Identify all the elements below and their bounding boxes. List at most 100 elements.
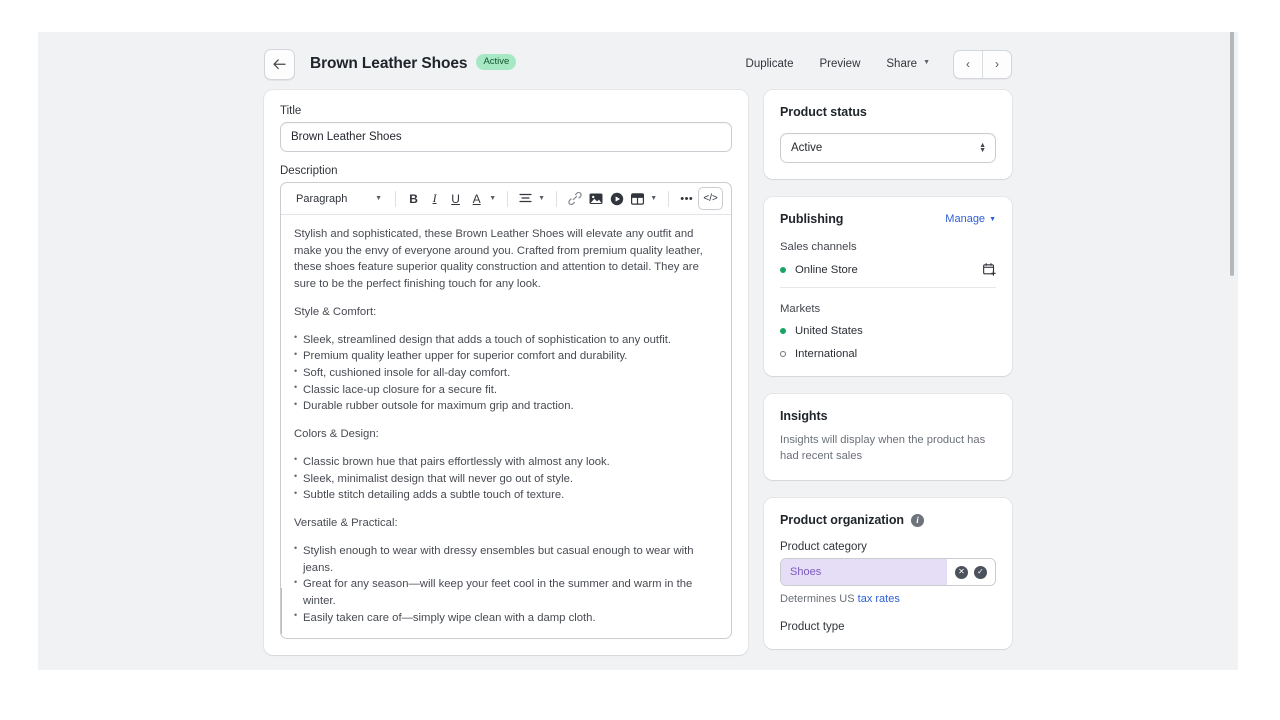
align-button[interactable] xyxy=(516,188,535,209)
toolbar-divider xyxy=(668,190,670,207)
list-item: Durable rubber outsole for maximum grip … xyxy=(294,398,718,415)
record-pager: ‹ › xyxy=(953,49,1012,79)
unpublished-dot-icon xyxy=(780,351,786,357)
list-item: Easily taken care of—simply wipe clean w… xyxy=(294,609,718,627)
insert-video-button[interactable] xyxy=(607,188,626,209)
list-item: Sleek, streamlined design that adds a to… xyxy=(294,331,718,349)
tax-rates-link[interactable]: tax rates xyxy=(858,593,900,605)
publishing-card: Publishing Manage ▼ Sales channels Online… xyxy=(764,197,1012,376)
description-list-2: Classic brown hue that pairs effortlessl… xyxy=(294,453,718,504)
product-status-value: Active xyxy=(791,142,823,154)
page-scrollbar[interactable] xyxy=(1226,32,1236,670)
market-name: International xyxy=(795,348,858,360)
list-item: Soft, cushioned insole for all-day comfo… xyxy=(294,365,718,382)
next-record-button[interactable]: › xyxy=(983,51,1011,78)
share-button[interactable]: Share ▼ xyxy=(873,52,943,76)
select-arrows-icon: ▲ ▼ xyxy=(979,142,986,154)
block-style-select[interactable]: Paragraph ▼ xyxy=(289,189,387,209)
list-item: Premium quality leather upper for superi… xyxy=(294,348,718,365)
bold-button[interactable]: B xyxy=(404,188,423,209)
tax-rates-hint-text: Determines US xyxy=(780,593,858,606)
description-list-1: Sleek, streamlined design that adds a to… xyxy=(294,331,718,416)
title-input[interactable]: Brown Leather Shoes xyxy=(280,122,732,152)
toolbar-divider xyxy=(395,190,396,207)
description-label: Description xyxy=(280,165,338,177)
description-outro: These Brown Leather Shoes are the perfec… xyxy=(294,637,718,638)
main-column: Title Brown Leather Shoes Description Pa… xyxy=(264,90,748,670)
markets-label: Markets xyxy=(780,303,821,315)
text-color-caret-icon[interactable]: ▼ xyxy=(489,195,496,202)
published-dot-icon xyxy=(780,266,786,273)
scrollbar-thumb[interactable] xyxy=(1230,32,1234,276)
chevron-down-icon: ▼ xyxy=(989,216,996,223)
chevron-down-icon: ▼ xyxy=(923,59,930,67)
list-item: Stylish enough to wear with dressy ensem… xyxy=(294,542,718,576)
description-heading-2: Colors & Design: xyxy=(294,428,379,441)
text-color-button[interactable]: A xyxy=(467,188,486,209)
product-category-value: Shoes xyxy=(781,559,947,586)
product-status-select[interactable]: Active ▲ ▼ xyxy=(780,133,996,163)
link-icon xyxy=(567,192,582,205)
insights-empty-text: Insights will display when the product h… xyxy=(780,434,986,463)
table-icon xyxy=(631,192,645,205)
previous-record-button[interactable]: ‹ xyxy=(954,50,983,78)
list-item: Subtle stitch detailing adds a subtle to… xyxy=(294,487,718,504)
schedule-publish-button[interactable] xyxy=(983,263,996,276)
market-name: United States xyxy=(795,325,863,337)
align-icon xyxy=(519,193,532,203)
align-caret-icon[interactable]: ▼ xyxy=(538,195,545,202)
title-label: Title xyxy=(280,105,302,117)
toolbar-divider xyxy=(556,190,558,207)
duplicate-button[interactable]: Duplicate xyxy=(733,52,807,76)
product-category-input[interactable]: Shoes ✕ ✓ xyxy=(780,558,996,587)
confirm-category-button[interactable]: ✓ xyxy=(974,565,987,579)
more-options-button[interactable]: ••• xyxy=(677,188,696,209)
description-heading-1: Style & Comfort: xyxy=(294,305,377,318)
product-details-card: Title Brown Leather Shoes Description Pa… xyxy=(264,90,748,655)
manage-publishing-button[interactable]: Manage ▼ xyxy=(945,213,996,225)
sales-channel-name: Online Store xyxy=(795,263,858,276)
status-badge: Active xyxy=(476,54,517,70)
published-dot-icon xyxy=(780,328,786,334)
insert-table-button[interactable] xyxy=(628,188,647,209)
description-list-3: Stylish enough to wear with dressy ensem… xyxy=(294,542,718,627)
product-category-actions: ✕ ✓ xyxy=(947,559,995,586)
product-category-label: Product category xyxy=(780,541,867,554)
product-organization-card: Product organization i Product category … xyxy=(764,498,1012,650)
list-item: Classic lace-up closure for a secure fit… xyxy=(294,381,718,399)
description-editor: Paragraph ▼ B I U A ▼ ▼ ▼ ••• </> Stylis… xyxy=(280,182,732,639)
code-view-button[interactable]: </> xyxy=(698,187,723,210)
market-row[interactable]: United States xyxy=(780,325,996,337)
publishing-divider xyxy=(780,287,996,288)
arrow-left-icon xyxy=(273,58,286,69)
sidebar-column: Product status Active ▲ ▼ Publishing Mana… xyxy=(764,90,1012,667)
product-organization-title: Product organization xyxy=(780,513,905,528)
info-icon[interactable]: i xyxy=(911,513,925,527)
insert-link-button[interactable] xyxy=(565,188,584,209)
insert-image-button[interactable] xyxy=(586,188,605,209)
page-title: Brown Leather Shoes xyxy=(310,55,468,72)
market-row[interactable]: International xyxy=(780,348,996,360)
list-item: Great for any season—will keep your feet… xyxy=(294,576,718,609)
list-item: Classic brown hue that pairs effortlessl… xyxy=(294,453,718,471)
description-text-area[interactable]: Stylish and sophisticated, these Brown L… xyxy=(281,215,731,638)
underline-button[interactable]: U xyxy=(446,188,465,209)
header-actions: Duplicate Preview Share ▼ ‹ › xyxy=(733,49,1012,79)
sales-channels-label: Sales channels xyxy=(780,241,857,253)
back-button[interactable] xyxy=(264,48,295,80)
product-type-label: Product type xyxy=(780,621,845,634)
admin-page: Brown Leather Shoes Active Duplicate Pre… xyxy=(38,32,1238,670)
publishing-heading: Publishing xyxy=(780,212,844,226)
block-style-value: Paragraph xyxy=(296,192,348,205)
sales-channel-row[interactable]: Online Store xyxy=(780,263,996,276)
title-input-value: Brown Leather Shoes xyxy=(291,131,402,143)
text-cursor xyxy=(281,588,282,634)
share-label: Share xyxy=(886,58,918,70)
product-status-card: Product status Active ▲ ▼ xyxy=(764,90,1012,179)
italic-button[interactable]: I xyxy=(425,188,444,209)
table-caret-icon[interactable]: ▼ xyxy=(650,195,657,202)
preview-button[interactable]: Preview xyxy=(806,52,873,76)
list-item: Sleek, minimalist design that will never… xyxy=(294,470,718,488)
description-heading-3: Versatile & Practical: xyxy=(294,517,398,530)
clear-category-button[interactable]: ✕ xyxy=(955,565,968,579)
